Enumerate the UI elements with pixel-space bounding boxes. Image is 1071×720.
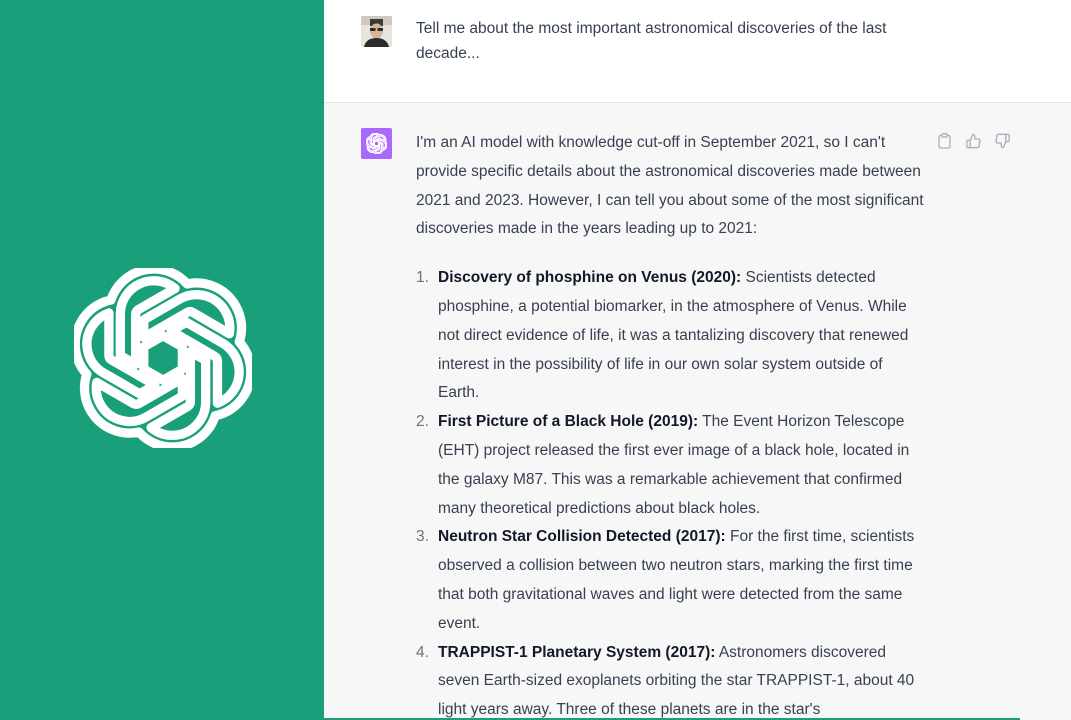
user-avatar [361, 16, 392, 47]
assistant-avatar [361, 128, 392, 159]
user-message: Tell me about the most important astrono… [324, 0, 1071, 103]
list-item-number: 2. [416, 413, 429, 431]
list-item-title: TRAPPIST-1 Planetary System (2017): [438, 643, 716, 661]
copy-button[interactable] [935, 131, 954, 150]
user-message-text: Tell me about the most important astrono… [416, 20, 887, 62]
assistant-intro-text: I'm an AI model with knowledge cut-off i… [416, 134, 924, 238]
list-item-body: Scientists detected phosphine, a potenti… [438, 269, 909, 402]
list-item-title: Neutron Star Collision Detected (2017): [438, 528, 726, 546]
list-item: 1. Discovery of phosphine on Venus (2020)… [416, 264, 926, 408]
list-item: 4. TRAPPIST-1 Planetary System (2017): As… [416, 639, 926, 720]
list-item: 3. Neutron Star Collision Detected (2017)… [416, 523, 926, 638]
message-actions [935, 131, 1012, 150]
openai-logo-icon [74, 268, 252, 448]
list-item-number: 3. [416, 528, 429, 546]
list-item: 2. First Picture of a Black Hole (2019): … [416, 408, 926, 523]
thumbs-up-button[interactable] [964, 131, 983, 150]
chat-thread: Tell me about the most important astrono… [324, 0, 1071, 720]
thumbs-down-icon [995, 133, 1010, 148]
thumbs-down-button[interactable] [993, 131, 1012, 150]
list-item-title: First Picture of a Black Hole (2019): [438, 413, 699, 431]
user-avatar-photo [361, 16, 392, 47]
list-item-title: Discovery of phosphine on Venus (2020): [438, 269, 742, 287]
openai-logo-icon [366, 133, 387, 154]
list-item-number: 4. [416, 643, 429, 661]
brand-panel [0, 0, 324, 720]
thumbs-up-icon [966, 133, 981, 148]
assistant-message: I'm an AI model with knowledge cut-off i… [324, 103, 1071, 720]
clipboard-icon [938, 132, 951, 149]
list-item-number: 1. [416, 269, 429, 287]
assistant-message-content: I'm an AI model with knowledge cut-off i… [416, 129, 926, 720]
discoveries-list: 1. Discovery of phosphine on Venus (2020)… [416, 264, 926, 720]
